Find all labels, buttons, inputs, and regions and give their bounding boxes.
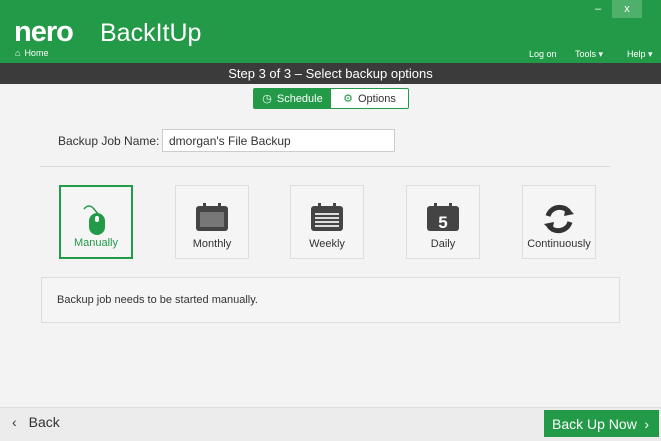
step-title: Step 3 of 3 – Select backup options (0, 63, 661, 84)
menu-help[interactable]: Help ▾ (627, 49, 653, 60)
refresh-icon (544, 204, 574, 234)
mouse-icon (83, 205, 105, 235)
schedule-daily[interactable]: 5 Daily (406, 185, 480, 259)
menu-tools[interactable]: Tools ▾ (575, 49, 603, 60)
chevron-left-icon: ‹ (12, 414, 17, 430)
schedule-weekly[interactable]: Weekly (290, 185, 364, 259)
tab-schedule[interactable]: ◷ Schedule (254, 89, 331, 108)
schedule-continuously[interactable]: Continuously (522, 185, 596, 259)
gear-icon: ⚙ (343, 93, 353, 105)
home-icon: ⌂ (15, 48, 21, 58)
nero-logo: nero (14, 16, 74, 48)
job-name-label: Backup Job Name: (58, 134, 160, 148)
menu-log-on[interactable]: Log on (529, 49, 557, 59)
svg-text:5: 5 (438, 213, 447, 232)
app-header: nero BackItUp ⌂ Home – x Log on Tools ▾ H… (0, 0, 661, 63)
close-button[interactable]: x (612, 0, 642, 18)
tab-bar: ◷ Schedule ⚙ Options (253, 88, 409, 109)
calendar-day-icon: 5 (427, 203, 459, 232)
job-name-input[interactable]: dmorgan's File Backup (162, 129, 395, 152)
calendar-week-icon (311, 203, 343, 231)
tab-options[interactable]: ⚙ Options (331, 89, 408, 108)
product-name: BackItUp (100, 19, 202, 47)
schedule-monthly[interactable]: Monthly (175, 185, 249, 259)
divider (40, 166, 610, 167)
minimize-button[interactable]: – (583, 0, 613, 18)
schedule-description: Backup job needs to be started manually. (41, 277, 620, 323)
back-up-now-button[interactable]: Back Up Now › (544, 410, 659, 437)
schedule-manually[interactable]: Manually (59, 185, 133, 259)
home-link[interactable]: ⌂ Home (15, 48, 48, 58)
clock-icon: ◷ (262, 93, 272, 105)
back-button[interactable]: ‹ Back (12, 414, 60, 430)
calendar-month-icon (196, 203, 228, 231)
chevron-right-icon: › (644, 415, 649, 432)
